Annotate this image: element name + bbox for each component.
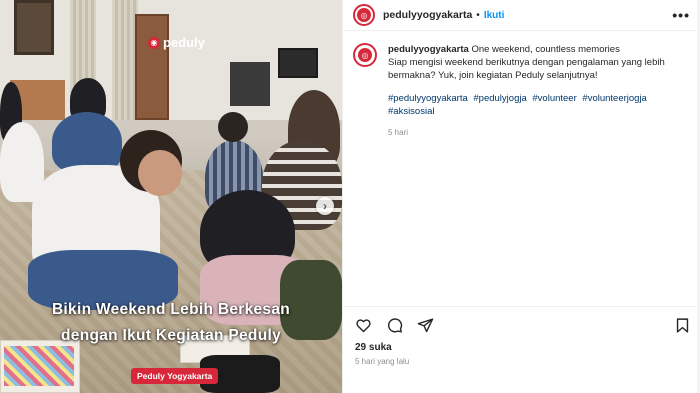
- shelf: [230, 62, 270, 106]
- brand-logo-text: peduly: [163, 35, 205, 50]
- hashtag-list: #pedulyyogyakarta #pedulyjogja #voluntee…: [388, 92, 688, 118]
- post-timestamp: 5 hari yang lalu: [355, 357, 410, 366]
- caption-line-3: bermakna? Yuk, join kegiatan Peduly sela…: [388, 70, 598, 81]
- chevron-right-icon[interactable]: ›: [316, 197, 334, 215]
- profile-logo-icon: ◎: [358, 48, 372, 62]
- header-separator: •: [476, 9, 480, 21]
- caption-body: pedulyyogyakarta One weekend, countless …: [388, 43, 688, 139]
- caption-avatar[interactable]: ◎: [353, 43, 377, 67]
- hashtag-link[interactable]: #volunteer: [532, 93, 576, 104]
- hashtag-link[interactable]: #pedulyyogyakarta: [388, 93, 468, 104]
- caption: ◎ pedulyyogyakarta One weekend, countles…: [343, 31, 700, 139]
- post-details-panel: ◎ pedulyyogyakarta • Ikuti ••• ◎ pedulyy…: [342, 0, 700, 393]
- person-head: [218, 112, 248, 142]
- overlay-headline-1: Bikin Weekend Lebih Berkesan: [51, 301, 291, 318]
- location-tag: Peduly Yogyakarta: [131, 368, 219, 384]
- header-username[interactable]: pedulyyogyakarta: [383, 9, 472, 21]
- avatar[interactable]: ◎: [353, 4, 375, 26]
- hashtag-link[interactable]: #aksisosial: [388, 106, 434, 117]
- person-body: [52, 112, 122, 172]
- bookmark-icon[interactable]: [674, 317, 691, 334]
- window: [14, 0, 54, 55]
- comment-icon[interactable]: [386, 317, 403, 334]
- hashtag-link[interactable]: #pedulyjogja: [473, 93, 526, 104]
- caption-first-line: One weekend, countless memories: [471, 44, 620, 55]
- like-count[interactable]: 29 suka: [343, 334, 700, 353]
- brand-logo-icon: ◉: [148, 36, 160, 49]
- follow-button[interactable]: Ikuti: [484, 10, 505, 21]
- person-main-face: [138, 150, 182, 196]
- post-actions: 29 suka 5 hari yang lalu: [343, 306, 700, 386]
- heart-icon[interactable]: [355, 317, 372, 334]
- cabinet: [135, 14, 169, 120]
- brand-logo: ◉ peduly: [148, 35, 205, 50]
- share-icon[interactable]: [417, 317, 434, 334]
- overlay-headline-2: dengan Ikut Kegiatan Peduly: [61, 327, 281, 344]
- television: [278, 48, 318, 78]
- post-image[interactable]: ◉ peduly Bikin Weekend Lebih Berkesan de…: [0, 0, 342, 393]
- more-horizontal-icon[interactable]: •••: [672, 7, 690, 23]
- caption-time: 5 hari: [388, 128, 409, 137]
- caption-username[interactable]: pedulyyogyakarta: [388, 44, 469, 55]
- sticker-sheet: [4, 346, 74, 386]
- caption-line-2: Siap mengisi weekend berikutnya dengan p…: [388, 57, 665, 68]
- profile-logo-icon: ◎: [357, 8, 371, 22]
- post-header: ◎ pedulyyogyakarta • Ikuti •••: [343, 0, 700, 31]
- hashtag-link[interactable]: #volunteerjogja: [582, 93, 646, 104]
